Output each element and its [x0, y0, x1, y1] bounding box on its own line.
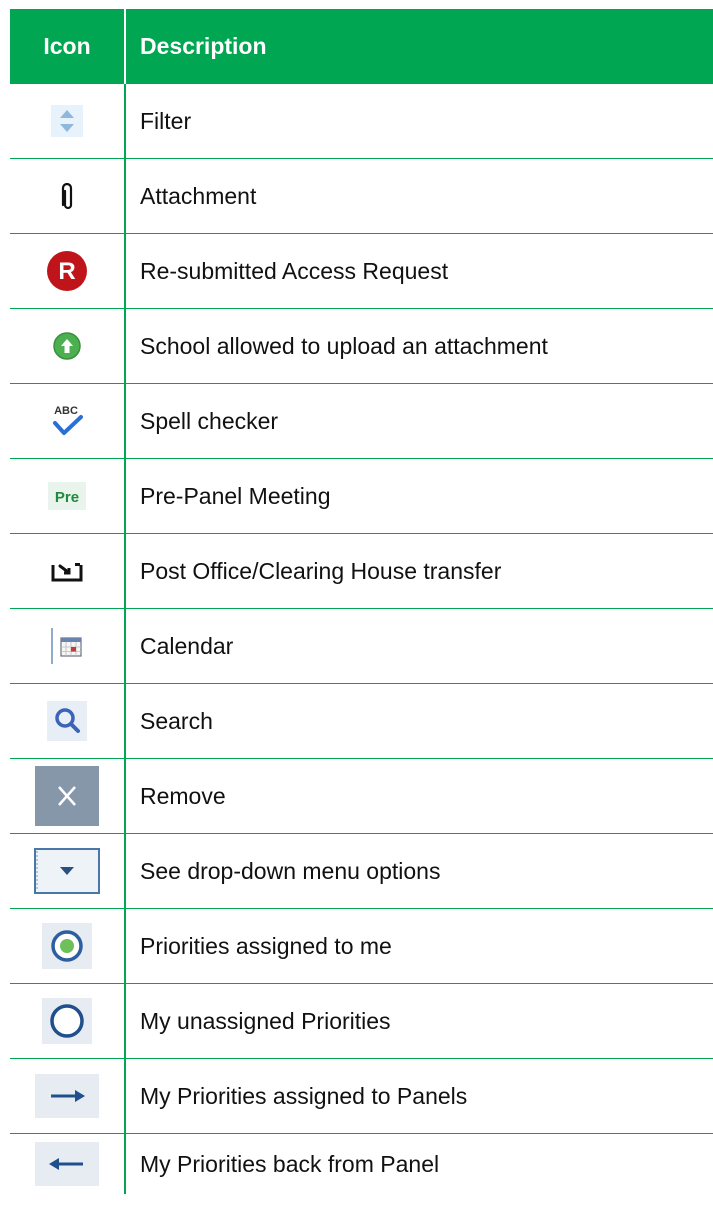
table-row: ABC Spell checker: [10, 384, 713, 459]
table-row: School allowed to upload an attachment: [10, 309, 713, 384]
table-row: Post Office/Clearing House transfer: [10, 534, 713, 609]
row-description: My Priorities back from Panel: [140, 1150, 440, 1177]
row-description: Remove: [140, 782, 226, 809]
resubmitted-r-letter: R: [58, 258, 75, 285]
row-description: Attachment: [140, 182, 257, 209]
paperclip-icon: [61, 182, 73, 210]
arrow-right-icon: [35, 1074, 99, 1118]
table-row: Remove: [10, 759, 713, 834]
table-header: Icon Description: [10, 9, 713, 84]
filter-icon: [51, 105, 83, 137]
row-description: Pre-Panel Meeting: [140, 482, 331, 509]
calendar-icon: [51, 628, 82, 664]
row-description: Filter: [140, 107, 192, 134]
remove-icon: [35, 766, 99, 826]
row-description: See drop-down menu options: [140, 857, 441, 884]
spell-check-icon: ABC: [53, 405, 83, 435]
header-description-column: Description: [140, 33, 267, 59]
row-description: Re-submitted Access Request: [140, 257, 449, 284]
table-row: Priorities assigned to me: [10, 909, 713, 984]
dropdown-icon: [34, 848, 100, 894]
icon-legend-table: Icon Description Filter Attachment R Re-…: [10, 9, 713, 1194]
table-row: See drop-down menu options: [10, 834, 713, 909]
transfer-icon: [51, 563, 83, 582]
table-row: Filter: [10, 84, 713, 159]
row-description: School allowed to upload an attachment: [140, 332, 548, 359]
unassigned-priority-icon: [42, 998, 92, 1044]
row-description: Calendar: [140, 632, 234, 659]
table-row: R Re-submitted Access Request: [10, 234, 713, 309]
search-icon: [47, 701, 87, 741]
row-description: Search: [140, 707, 213, 734]
table-row: Attachment: [10, 159, 713, 234]
table-row: Search: [10, 684, 713, 759]
row-description: My Priorities assigned to Panels: [140, 1082, 468, 1109]
table-row: My unassigned Priorities: [10, 984, 713, 1059]
upload-icon: [53, 332, 81, 360]
table-row: My Priorities assigned to Panels: [10, 1059, 713, 1134]
row-description: Priorities assigned to me: [140, 932, 392, 959]
resubmitted-r-icon: R: [47, 251, 87, 291]
pre-panel-icon: Pre: [48, 482, 86, 510]
pre-panel-text: Pre: [55, 489, 79, 506]
row-description: My unassigned Priorities: [140, 1007, 391, 1034]
table-row: Calendar: [10, 609, 713, 684]
row-description: Spell checker: [140, 407, 279, 434]
table-row: My Priorities back from Panel: [10, 1134, 713, 1194]
row-description: Post Office/Clearing House transfer: [140, 557, 502, 584]
spell-check-abc: ABC: [54, 405, 78, 417]
header-icon-column: Icon: [10, 9, 126, 84]
arrow-left-icon: [35, 1142, 99, 1186]
table-row: Pre Pre-Panel Meeting: [10, 459, 713, 534]
assigned-priority-icon: [42, 923, 92, 969]
